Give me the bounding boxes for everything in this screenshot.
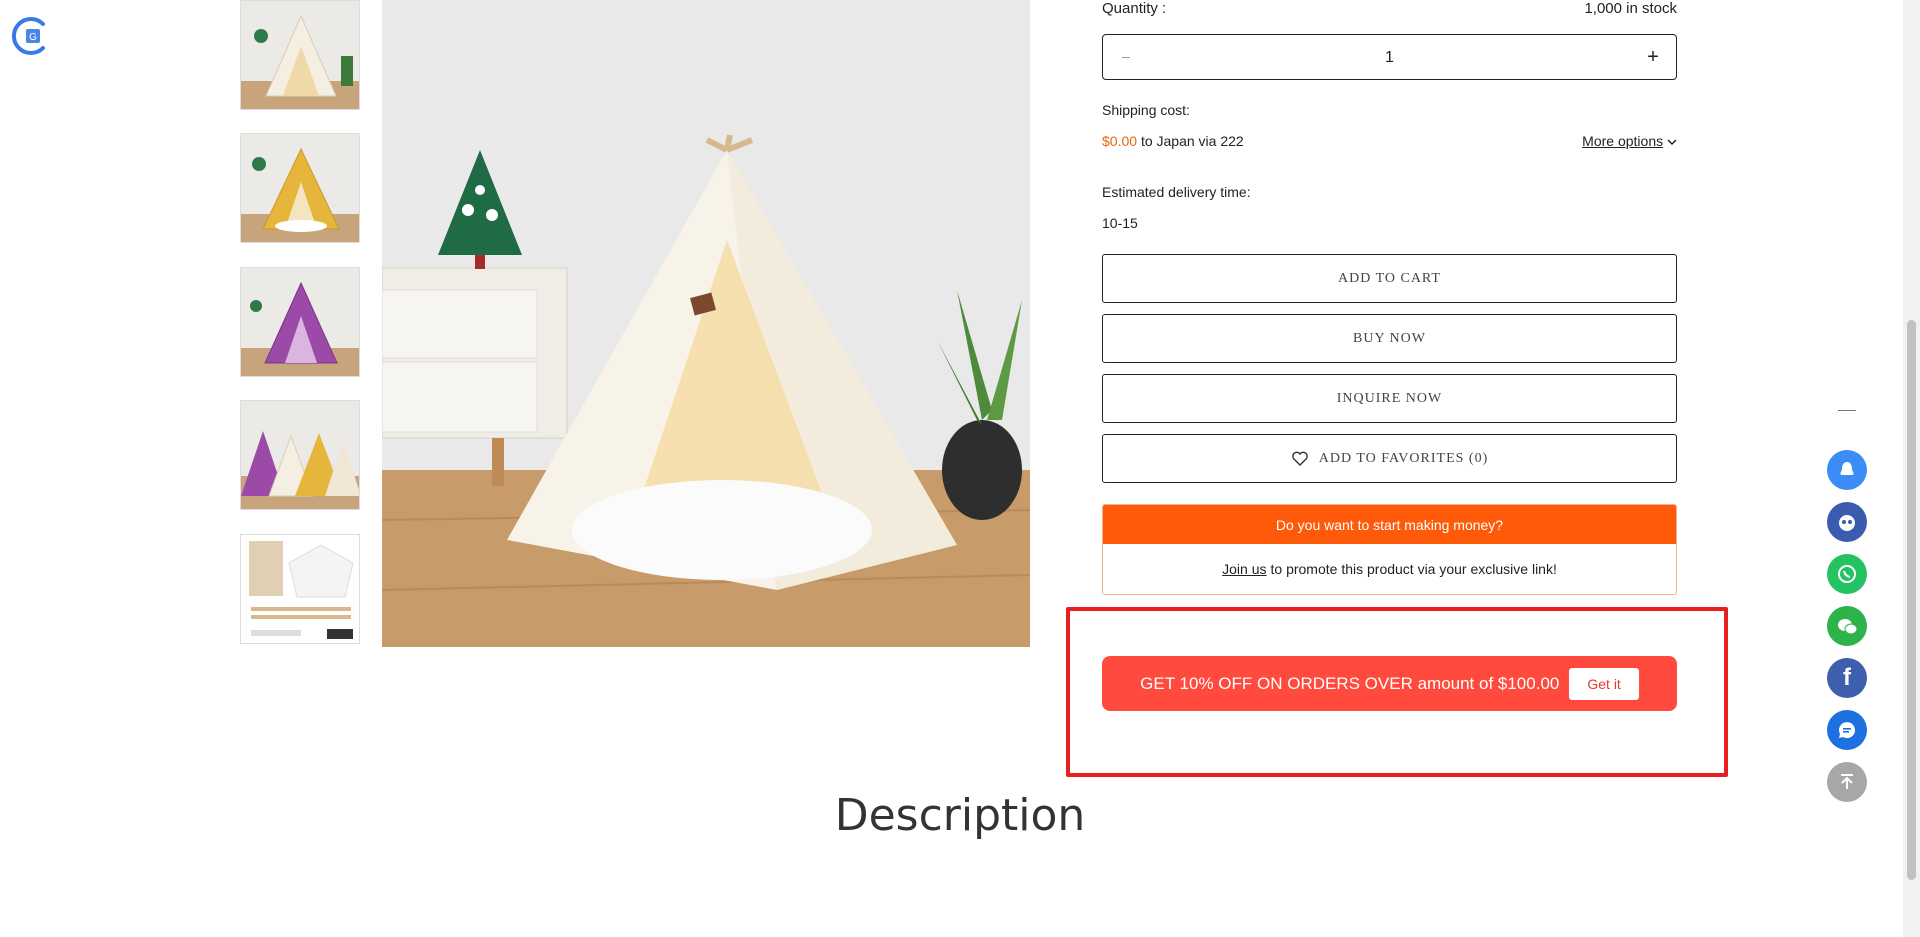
qq-icon[interactable] xyxy=(1827,450,1867,490)
coupon-banner: GET 10% OFF ON ORDERS OVER amount of $10… xyxy=(1102,656,1677,711)
add-to-favorites-button[interactable]: ADD TO FAVORITES (0) xyxy=(1102,434,1677,483)
delivery-time-value: 10-15 xyxy=(1102,215,1138,231)
thumbnail-cream-tent[interactable] xyxy=(240,0,360,110)
plus-icon: + xyxy=(1647,46,1659,68)
quantity-label: Quantity : xyxy=(1102,0,1167,17)
minus-icon xyxy=(1122,56,1130,58)
get-coupon-button[interactable]: Get it xyxy=(1569,667,1639,700)
thumbnail-parts[interactable] xyxy=(240,534,360,644)
add-to-cart-button[interactable]: ADD TO CART xyxy=(1102,254,1677,303)
inquire-now-button[interactable]: INQUIRE NOW xyxy=(1102,374,1677,423)
scrollbar-thumb[interactable] xyxy=(1907,320,1916,880)
google-translate-icon[interactable]: G xyxy=(11,15,54,57)
wechat-icon[interactable] xyxy=(1827,606,1867,646)
thumbnail-group-tents[interactable] xyxy=(240,400,360,510)
thumbnail-yellow-tent[interactable] xyxy=(240,133,360,243)
shipping-cost-label: Shipping cost: xyxy=(1102,102,1190,118)
inquire-now-label: INQUIRE NOW xyxy=(1336,390,1443,406)
stock-count: 1,000 in stock xyxy=(1584,0,1677,17)
affiliate-text: to promote this product via your exclusi… xyxy=(1270,561,1557,577)
buy-now-label: BUY NOW xyxy=(1353,330,1426,346)
increase-quantity-button[interactable]: + xyxy=(1630,35,1676,79)
affiliate-body: Join us to promote this product via your… xyxy=(1103,544,1676,594)
shipping-info: $0.00 to Japan via 222 xyxy=(1102,133,1244,149)
svg-text:G: G xyxy=(29,32,37,43)
main-product-image xyxy=(382,0,1030,647)
affiliate-headline: Do you want to start making money? xyxy=(1103,505,1676,544)
description-heading: Description xyxy=(834,790,1086,841)
service-bot-icon[interactable] xyxy=(1827,502,1867,542)
buy-now-button[interactable]: BUY NOW xyxy=(1102,314,1677,363)
quantity-input[interactable] xyxy=(1163,35,1616,81)
chat-icon[interactable] xyxy=(1827,710,1867,750)
more-options-link[interactable]: More options xyxy=(1577,133,1677,149)
shipping-price: $0.00 xyxy=(1102,133,1138,149)
more-options-label: More options xyxy=(1582,133,1664,149)
page-scrollbar[interactable] xyxy=(1903,0,1920,937)
delivery-time-label: Estimated delivery time: xyxy=(1102,184,1251,200)
collapse-sidebar-button[interactable] xyxy=(1838,410,1856,411)
add-to-favorites-label: ADD TO FAVORITES (0) xyxy=(1318,450,1489,466)
chevron-down-icon xyxy=(1667,139,1677,146)
decrease-quantity-button[interactable] xyxy=(1103,35,1149,79)
join-us-link[interactable]: Join us xyxy=(1222,561,1266,577)
add-to-cart-label: ADD TO CART xyxy=(1338,270,1441,286)
whatsapp-icon[interactable] xyxy=(1827,554,1867,594)
affiliate-promo: Do you want to start making money? Join … xyxy=(1102,504,1677,595)
quantity-stepper: + xyxy=(1102,34,1677,81)
coupon-text: GET 10% OFF ON ORDERS OVER amount of $10… xyxy=(1140,673,1560,693)
heart-icon xyxy=(1291,451,1308,466)
shipping-destination: to Japan via 222 xyxy=(1140,133,1244,149)
facebook-icon[interactable]: f xyxy=(1827,658,1867,698)
back-to-top-icon[interactable] xyxy=(1827,762,1867,802)
thumbnail-purple-tent[interactable] xyxy=(240,267,360,377)
